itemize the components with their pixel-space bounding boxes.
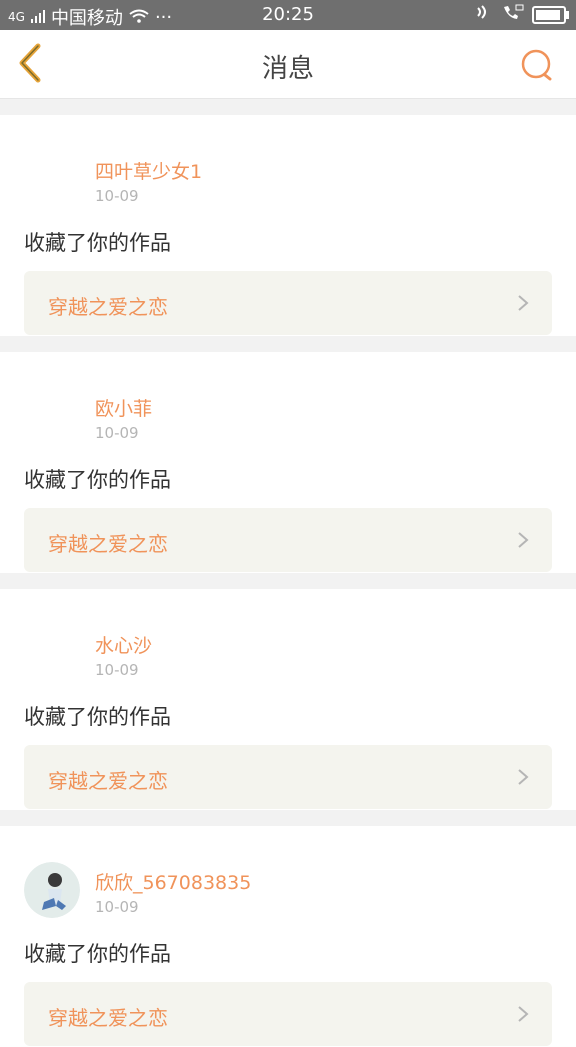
username[interactable]: 欧小菲: [95, 394, 152, 421]
divider: [0, 573, 576, 589]
chevron-right-icon: [518, 295, 529, 311]
page-title: 消息: [261, 54, 314, 84]
search-button[interactable]: [520, 48, 556, 84]
avatar[interactable]: [24, 862, 80, 918]
username[interactable]: 四叶草少女1: [95, 157, 202, 184]
action-text: 收藏了你的作品: [24, 705, 171, 729]
message-card: 水心沙 10-09 收藏了你的作品 穿越之爱之恋: [0, 589, 576, 810]
chevron-right-icon: [518, 1006, 529, 1022]
status-bar: 4G 中国移动 ··· 20:25: [0, 0, 576, 30]
work-link-button[interactable]: 穿越之爱之恋: [24, 982, 552, 1046]
avatar[interactable]: [24, 625, 80, 681]
divider: [0, 336, 576, 352]
work-link-button[interactable]: 穿越之爱之恋: [24, 271, 552, 335]
work-title: 穿越之爱之恋: [48, 295, 168, 319]
user-avatar-image: [24, 862, 80, 918]
status-right: [476, 4, 569, 25]
work-title: 穿越之爱之恋: [48, 1006, 168, 1030]
work-title: 穿越之爱之恋: [48, 532, 168, 556]
avatar[interactable]: [24, 388, 80, 444]
action-text: 收藏了你的作品: [24, 468, 171, 492]
message-list: 四叶草少女1 10-09 收藏了你的作品 穿越之爱之恋 欧小菲 10-09 收藏…: [0, 99, 576, 1047]
message-card: 欣欣_567083835 10-09 收藏了你的作品 穿越之爱之恋: [0, 826, 576, 1047]
chevron-right-icon: [518, 532, 529, 548]
action-text: 收藏了你的作品: [24, 942, 171, 966]
hd-call-icon: [502, 4, 524, 25]
nav-bar: 消息: [0, 30, 576, 99]
divider: [0, 99, 576, 115]
message-card: 欧小菲 10-09 收藏了你的作品 穿越之爱之恋: [0, 352, 576, 573]
message-card: 四叶草少女1 10-09 收藏了你的作品 穿越之爱之恋: [0, 115, 576, 336]
battery-icon: [532, 5, 569, 24]
username[interactable]: 欣欣_567083835: [95, 868, 251, 895]
message-date: 10-09: [95, 898, 139, 916]
work-link-button[interactable]: 穿越之爱之恋: [24, 745, 552, 809]
work-link-button[interactable]: 穿越之爱之恋: [24, 508, 552, 572]
work-title: 穿越之爱之恋: [48, 769, 168, 793]
message-date: 10-09: [95, 187, 139, 205]
nfc-icon: [476, 4, 494, 25]
search-icon: [521, 49, 552, 81]
message-date: 10-09: [95, 661, 139, 679]
divider: [0, 810, 576, 826]
action-text: 收藏了你的作品: [24, 231, 171, 255]
chevron-right-icon: [518, 769, 529, 785]
username[interactable]: 水心沙: [95, 631, 152, 658]
avatar[interactable]: [24, 151, 80, 207]
message-date: 10-09: [95, 424, 139, 442]
